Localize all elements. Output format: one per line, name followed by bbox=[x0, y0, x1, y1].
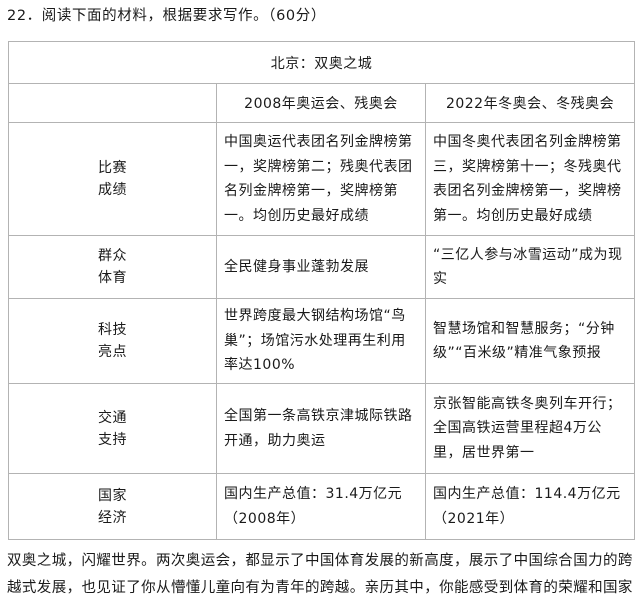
row-label-mass-sports: 群众 体育 bbox=[8, 235, 217, 299]
row-label-line: 交通 bbox=[98, 409, 127, 426]
table-header-blank bbox=[8, 83, 217, 123]
row-label-line: 国家 bbox=[98, 487, 127, 504]
cell-2008-competition: 中国奥运代表团名列金牌榜第一，奖牌榜第二；残奥代表团名列金牌榜第一，奖牌榜第一。… bbox=[216, 122, 426, 236]
table-caption: 北京：双奥之城 bbox=[7, 41, 636, 84]
table-header-2022: 2022年冬奥会、冬残奥会 bbox=[424, 83, 636, 123]
cell-2008-economy: 国内生产总值：31.4万亿元（2008年） bbox=[216, 473, 426, 540]
cell-2022-competition: 中国冬奥代表团名列金牌榜第三，奖牌榜第十一；冬残奥代表团名列金牌榜第一，奖牌榜第… bbox=[424, 122, 636, 236]
row-label-economy: 国家 经济 bbox=[8, 473, 217, 540]
table-row: 比赛 成绩 中国奥运代表团名列金牌榜第一，奖牌榜第二；残奥代表团名列金牌榜第一，… bbox=[8, 122, 636, 236]
row-label-line: 成绩 bbox=[98, 182, 127, 198]
row-label-line: 支持 bbox=[98, 431, 127, 448]
cell-2008-transport: 全国第一条高铁京津城际铁路开通，助力奥运 bbox=[216, 383, 426, 474]
passage-text: 双奥之城，闪耀世界。两次奥运会，都显示了中国体育发展的新高度，展示了中国综合国力… bbox=[7, 553, 633, 596]
table-header-row: 2008年奥运会、残奥会 2022年冬奥会、冬残奥会 bbox=[8, 83, 636, 123]
cell-2022-mass-sports: “三亿人参与冰雪运动”成为现实 bbox=[424, 235, 636, 299]
cell-2022-technology: 智慧场馆和智慧服务；“分钟级”“百米级”精准气象预报 bbox=[424, 298, 636, 384]
row-label-line: 经济 bbox=[98, 509, 127, 526]
table-caption-row: 北京：双奥之城 bbox=[7, 41, 636, 84]
row-label-line: 亮点 bbox=[98, 344, 127, 360]
cell-2022-transport: 京张智能高铁冬奥列车开行；全国高铁运营里程超4万公里，居世界第一 bbox=[424, 383, 636, 474]
question-title: 22．阅读下面的材料，根据要求写作。（60分） bbox=[7, 8, 326, 24]
table-row: 国家 经济 国内生产总值：31.4万亿元（2008年） 国内生产总值：114.4… bbox=[8, 473, 636, 540]
cell-2022-economy: 国内生产总值：114.4万亿元（2021年） bbox=[424, 473, 636, 540]
row-label-line: 比赛 bbox=[98, 160, 127, 176]
table-row: 群众 体育 全民健身事业蓬勃发展 “三亿人参与冰雪运动”成为现实 bbox=[8, 235, 636, 299]
table-row: 交通 支持 全国第一条高铁京津城际铁路开通，助力奥运 京张智能高铁冬奥列车开行；… bbox=[8, 383, 636, 474]
row-label-line: 体育 bbox=[98, 270, 127, 286]
material-table: 北京：双奥之城 2008年奥运会、残奥会 2022年冬奥会、冬残奥会 比赛 成绩… bbox=[7, 41, 636, 540]
table-header-2008: 2008年奥运会、残奥会 bbox=[216, 83, 426, 123]
cell-2008-technology: 世界跨度最大钢结构场馆“鸟巢”；场馆污水处理再生利用率达100% bbox=[216, 298, 426, 384]
row-label-line: 群众 bbox=[98, 248, 127, 264]
row-label-line: 科技 bbox=[98, 322, 127, 338]
row-label-competition: 比赛 成绩 bbox=[8, 122, 217, 236]
row-label-technology: 科技 亮点 bbox=[8, 298, 217, 384]
row-label-transport: 交通 支持 bbox=[8, 383, 217, 474]
cell-2008-mass-sports: 全民健身事业蓬勃发展 bbox=[216, 235, 426, 299]
table-row: 科技 亮点 世界跨度最大钢结构场馆“鸟巢”；场馆污水处理再生利用率达100% 智… bbox=[8, 298, 636, 384]
